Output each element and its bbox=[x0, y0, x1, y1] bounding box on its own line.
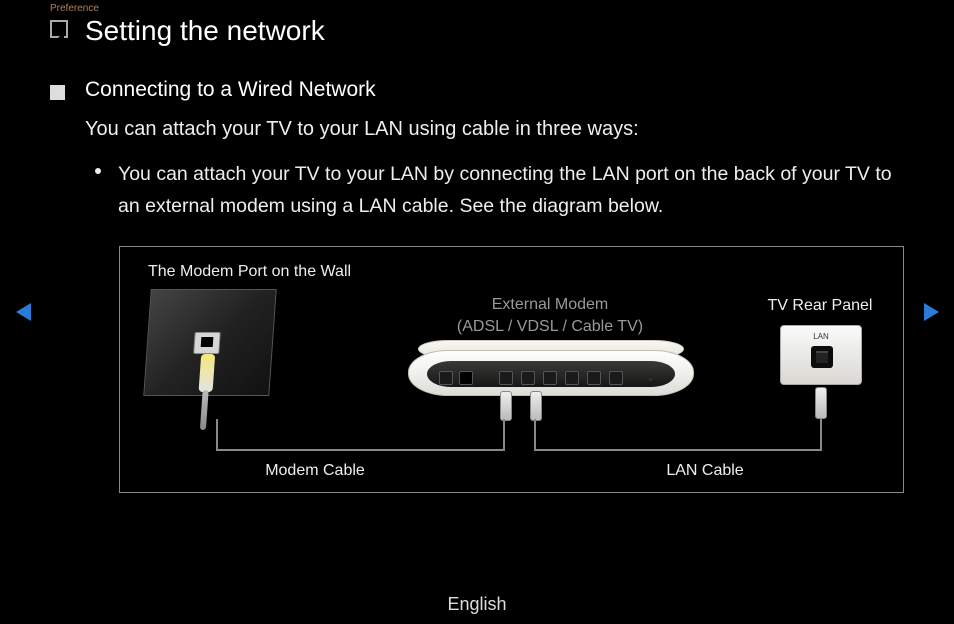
footer-language: English bbox=[0, 594, 954, 615]
diagram-wall-label: The Modem Port on the Wall bbox=[148, 263, 351, 281]
next-page-arrow[interactable] bbox=[924, 303, 939, 321]
diagram-box: The Modem Port on the Wall External Mode… bbox=[119, 246, 904, 493]
bullet-icon bbox=[95, 168, 101, 174]
tv-lan-port-label: LAN bbox=[781, 332, 861, 341]
section-square-icon bbox=[50, 85, 65, 100]
cable-lan-side bbox=[820, 419, 822, 451]
diagram-modem-label: External Modem (ADSL / VDSL / Cable TV) bbox=[420, 294, 680, 338]
tv-plug-icon bbox=[815, 387, 827, 419]
modem-port-icon bbox=[439, 371, 453, 385]
tv-lan-port-icon bbox=[811, 346, 833, 368]
wall-port-icon bbox=[193, 332, 221, 354]
bookmark-icon bbox=[50, 20, 68, 38]
cable-modem-side bbox=[503, 419, 505, 451]
modem-lan-port-icon bbox=[543, 371, 557, 385]
page-title: Setting the network bbox=[85, 15, 325, 47]
wall-plug-icon bbox=[199, 354, 216, 392]
modem-plug-icon bbox=[530, 391, 542, 421]
cable-modem-side bbox=[216, 449, 503, 451]
modem-lan-port-icon bbox=[609, 371, 623, 385]
modem-lan-port-icon bbox=[565, 371, 579, 385]
cable-lan-side bbox=[534, 419, 536, 451]
modem-lan-port-icon bbox=[521, 371, 535, 385]
diagram-lan-cable-label: LAN Cable bbox=[590, 462, 820, 480]
modem-lan-port-icon bbox=[587, 371, 601, 385]
modem-port-icon bbox=[459, 371, 473, 385]
diagram-modem-label-line1: External Modem bbox=[492, 296, 609, 313]
diagram-tv-label: TV Rear Panel bbox=[715, 297, 925, 315]
diagram-wall bbox=[143, 289, 276, 396]
section-subtitle: Connecting to a Wired Network bbox=[85, 78, 376, 102]
tv-rear-panel-icon: LAN bbox=[780, 325, 862, 385]
modem-plug-icon bbox=[500, 391, 512, 421]
external-modem-icon bbox=[408, 350, 694, 396]
breadcrumb: Preference bbox=[50, 3, 99, 14]
intro-text: You can attach your TV to your LAN using… bbox=[85, 118, 639, 141]
modem-lan-port-icon bbox=[499, 371, 513, 385]
diagram-modem-label-line2: (ADSL / VDSL / Cable TV) bbox=[457, 318, 643, 335]
modem-reset-icon bbox=[649, 378, 652, 381]
diagram-modem-cable-label: Modem Cable bbox=[210, 462, 420, 480]
bullet-text: You can attach your TV to your LAN by co… bbox=[118, 158, 914, 222]
cable-modem-side bbox=[216, 419, 218, 451]
prev-page-arrow[interactable] bbox=[16, 303, 31, 321]
wall-cable-icon bbox=[200, 390, 209, 430]
cable-lan-side bbox=[534, 449, 822, 451]
